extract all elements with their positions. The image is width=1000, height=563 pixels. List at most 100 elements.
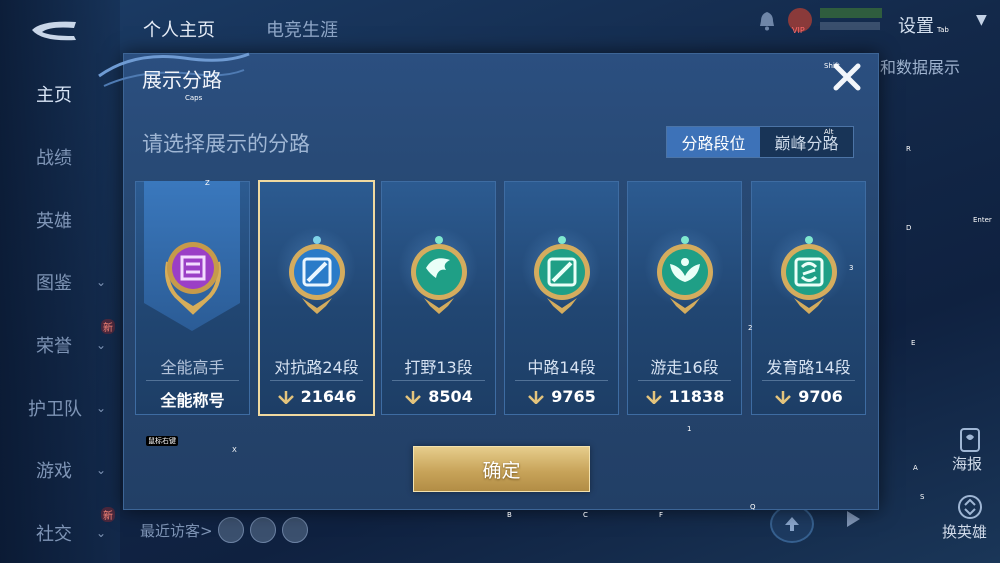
dragon-icon [411, 236, 467, 314]
card-value: 全能称号 [136, 387, 249, 411]
sidebar-item-label: 游戏 [36, 461, 72, 482]
tab-esports[interactable]: 电竞生涯 [266, 16, 338, 42]
key-hint-2: 2 [748, 324, 753, 332]
card-divider [392, 380, 485, 381]
play-icon[interactable] [845, 510, 861, 528]
wings-icon [657, 236, 713, 314]
tab-peak-lane[interactable]: 巅峰分路 [760, 127, 853, 157]
card-lane-label: 游走16段 [650, 358, 719, 377]
key-hint-d: D [906, 224, 912, 232]
card-points: 9765 [551, 387, 596, 406]
game-logo-icon [32, 21, 76, 41]
sidebar-item-guard[interactable]: 护卫队 ⌄ [0, 388, 120, 428]
card-points: 11838 [668, 387, 725, 406]
lane-card-roam[interactable]: 游走16段 11838 [627, 181, 742, 415]
card-points: 21646 [300, 387, 357, 406]
sidebar-item-label: 护卫队 [28, 399, 82, 420]
card-divider [146, 380, 239, 381]
card-divider [638, 380, 731, 381]
card-lane-label: 打野13段 [404, 358, 473, 377]
key-hint-z: Z [205, 179, 210, 187]
card-score: 21646 [260, 387, 373, 406]
poster-label: 海报 [952, 455, 983, 473]
sidebar-item-heroes[interactable]: 英雄 [0, 200, 120, 240]
points-icon [277, 390, 294, 404]
tab-lane-rank[interactable]: 分路段位 [667, 127, 760, 157]
swap-hero-icon[interactable] [956, 493, 984, 521]
key-hint-c: C [583, 511, 588, 519]
points-icon [645, 390, 662, 404]
lane-card-mid[interactable]: 中路14段 9765 [504, 181, 619, 415]
arrow-up-button[interactable] [770, 505, 814, 543]
tab-profile[interactable]: 个人主页 [143, 16, 215, 42]
bell-icon[interactable] [756, 10, 778, 32]
dialog-title: 展示分路 [142, 68, 222, 92]
chevron-down-icon: ⌄ [96, 275, 107, 289]
key-hint-3: 3 [849, 264, 854, 272]
chevron-down-icon[interactable]: ▼ [976, 12, 987, 28]
lane-card-allround[interactable]: 全能高手 全能称号 [135, 181, 250, 415]
new-badge: 新 [101, 319, 115, 334]
right-partial-text: 和数据展示 [880, 58, 961, 77]
chevron-down-icon: ⌄ [96, 463, 107, 477]
key-hint-r: R [906, 145, 911, 153]
sidebar-item-label: 荣誉 [36, 336, 72, 357]
key-hint-b: B [507, 511, 512, 519]
top-right-bar: VIP 设置 ▼ [740, 0, 1000, 44]
sidebar-item-record[interactable]: 战绩 [0, 137, 120, 177]
key-hint-drag: 鼠标右键 [146, 436, 178, 446]
sword-shield-icon [289, 236, 345, 314]
avatar[interactable] [250, 517, 276, 543]
points-icon [405, 390, 422, 404]
dialog-subtitle: 请选择展示的分路 [142, 132, 310, 156]
lane-card-top[interactable]: 对抗路24段 21646 [258, 180, 375, 416]
avatar[interactable] [282, 517, 308, 543]
settings-button[interactable]: 设置 [898, 12, 934, 38]
sidebar-item-game[interactable]: 游戏 ⌄ [0, 450, 120, 490]
card-score: 9765 [505, 387, 618, 406]
sidebar-item-label: 战绩 [36, 148, 72, 169]
lane-card-farm[interactable]: 发育路14段 9706 [751, 181, 866, 415]
card-lane-label: 全能高手 [160, 358, 225, 377]
card-score: 9706 [752, 387, 865, 406]
key-hint-tab: Tab [937, 26, 949, 34]
wand-icon [534, 236, 590, 314]
lane-card-jungle[interactable]: 打野13段 8504 [381, 181, 496, 415]
points-icon [775, 390, 792, 404]
confirm-button[interactable]: 确定 [413, 446, 590, 492]
status-bar [820, 22, 880, 30]
swap-hero-label: 换英雄 [942, 523, 988, 541]
key-hint-alt: Alt [824, 128, 834, 136]
card-divider [515, 380, 608, 381]
arrow-up-icon [785, 517, 799, 531]
bow-icon [781, 236, 837, 314]
sidebar-item-honor[interactable]: 荣誉 ⌄ 新 [0, 319, 120, 365]
card-value-text: 全能称号 [160, 391, 225, 410]
vip-label: VIP [792, 26, 805, 35]
right-side-buttons: 海报 换英雄 [940, 425, 1000, 555]
sidebar-item-label: 主页 [36, 85, 72, 106]
key-hint-s: S [920, 493, 925, 501]
key-hint-f: F [659, 511, 664, 519]
card-lane-label: 对抗路24段 [274, 358, 359, 377]
card-lane-label: 发育路14段 [766, 358, 851, 377]
card-points: 9706 [798, 387, 843, 406]
sidebar-item-social[interactable]: 社交 ⌄ 新 [0, 507, 120, 553]
allround-emblem-icon [165, 242, 221, 315]
key-hint-enter: Enter [973, 216, 992, 224]
key-hint-a: A [913, 464, 918, 472]
key-hint-caps: Caps [185, 94, 203, 102]
avatar[interactable] [218, 517, 244, 543]
key-hint-shift: Shift [824, 62, 840, 70]
sidebar-item-label: 图鉴 [36, 273, 72, 294]
sidebar-item-label: 英雄 [36, 211, 72, 232]
chevron-down-icon: ⌄ [96, 401, 107, 415]
poster-icon[interactable] [958, 427, 982, 453]
recent-visitors-link[interactable]: 最近访客> [140, 520, 213, 541]
status-bar [820, 8, 882, 18]
card-score: 11838 [628, 387, 741, 406]
card-points: 8504 [428, 387, 473, 406]
lane-display-dialog: 展示分路 请选择展示的分路 分路段位 巅峰分路 全能高手 全能称号 对抗路24段… [98, 52, 879, 510]
sidebar-item-codex[interactable]: 图鉴 ⌄ [0, 262, 120, 302]
chevron-down-icon: ⌄ [96, 526, 107, 540]
